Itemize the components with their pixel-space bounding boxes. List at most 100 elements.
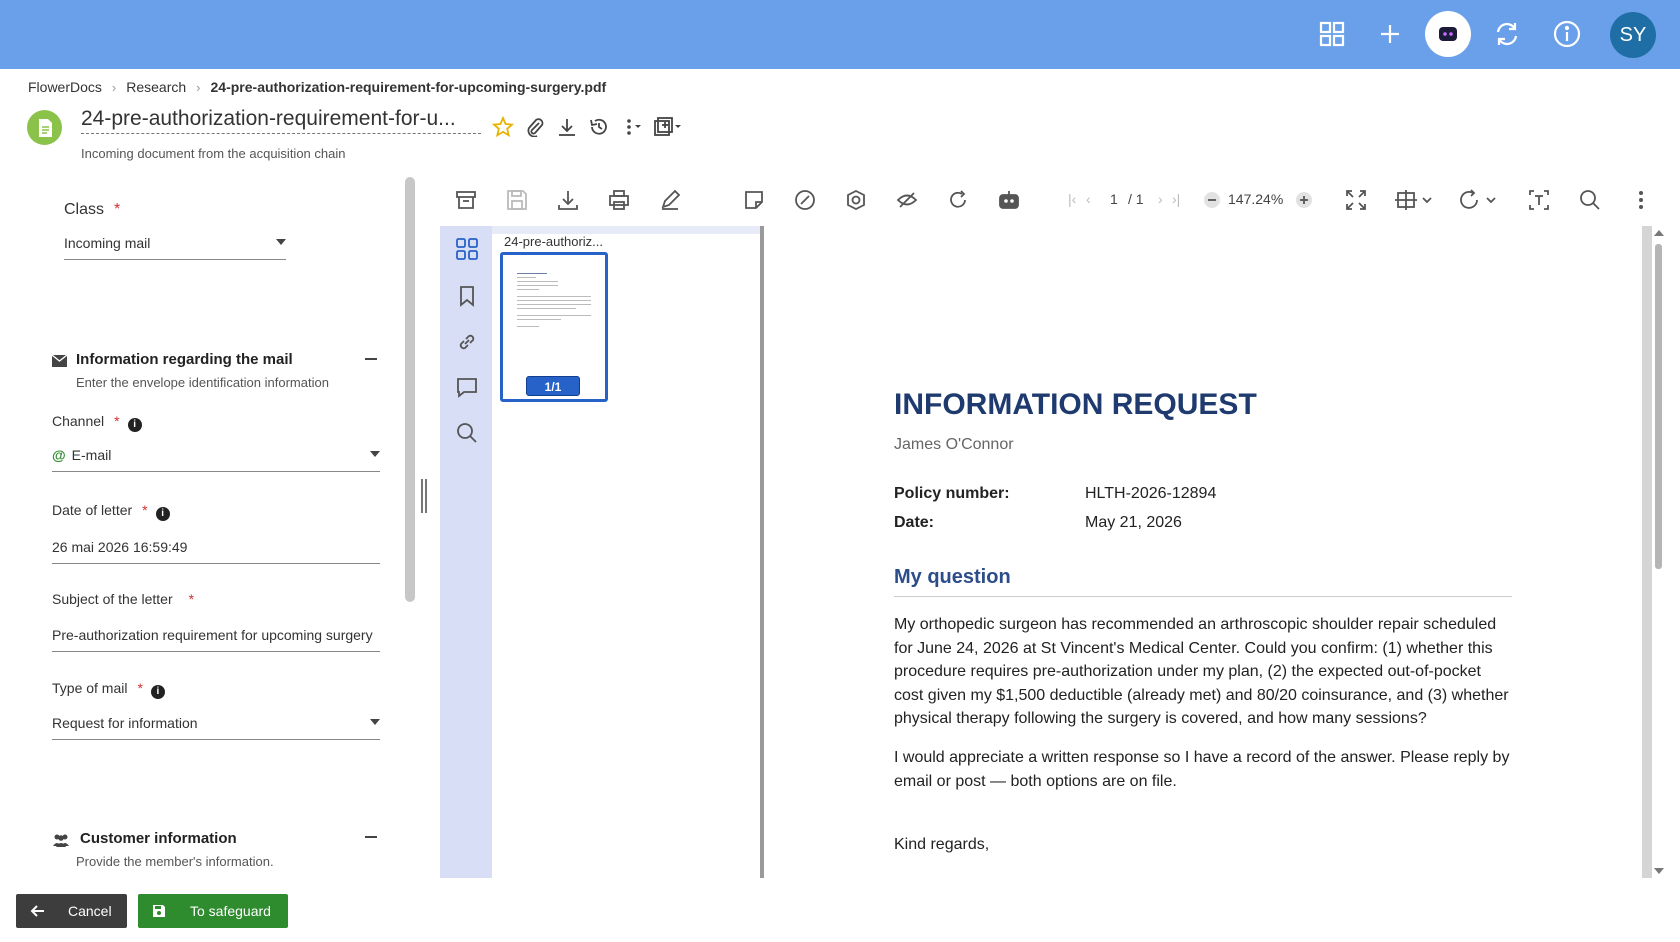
subject-input[interactable]: Pre-authorization requirement for upcomi…	[52, 627, 380, 652]
ai-assistant-icon[interactable]	[1425, 11, 1471, 57]
comment-icon[interactable]	[454, 374, 480, 400]
collapse-mail-section-button[interactable]	[365, 358, 377, 360]
reload-icon[interactable]	[946, 188, 970, 212]
arrow-left-icon	[30, 904, 46, 918]
pdf-paragraph-2: I would appreciate a written response so…	[894, 749, 1510, 790]
chevron-down-icon	[276, 239, 286, 245]
class-label: Class *	[64, 201, 121, 218]
more-vertical-icon[interactable]	[1629, 188, 1653, 212]
at-sign-icon: @	[52, 447, 66, 463]
sticky-note-icon[interactable]	[742, 188, 766, 212]
zoom-in-icon[interactable]	[1292, 188, 1316, 212]
pdf-scrollbar-thumb[interactable]	[1655, 244, 1662, 569]
more-vertical-icon[interactable]	[620, 116, 642, 138]
print-icon[interactable]	[607, 188, 631, 212]
document-icon	[27, 110, 62, 145]
pdf-paragraph-1: My orthopedic surgeon has recommended an…	[894, 616, 1509, 727]
bookmark-icon[interactable]	[454, 283, 480, 309]
history-icon[interactable]	[588, 116, 610, 138]
robot-icon[interactable]	[997, 188, 1021, 212]
date-value: May 21, 2026	[1085, 514, 1182, 531]
channel-label: Channel * i	[52, 413, 142, 432]
top-app-bar: SY	[0, 0, 1680, 69]
info-icon[interactable]: i	[127, 418, 142, 432]
draw-icon[interactable]	[793, 188, 817, 212]
pdf-closing: Kind regards,	[894, 836, 990, 853]
pdf-scrollbar-track[interactable]	[1642, 226, 1652, 878]
redact-icon[interactable]	[844, 188, 868, 212]
mail-type-select[interactable]: Request for information	[52, 715, 380, 740]
viewer-sidebar-strip	[440, 226, 492, 878]
zoom-out-icon[interactable]	[1200, 188, 1224, 212]
thumbnail-page-badge: 1/1	[526, 376, 580, 396]
user-avatar[interactable]: SY	[1610, 12, 1656, 58]
attachment-icon[interactable]	[524, 116, 546, 138]
metadata-form: Class * Incoming mail Information regardi…	[0, 175, 408, 880]
date-label: Date of letter * i	[52, 502, 170, 521]
pdf-title: INFORMATION REQUEST	[894, 388, 1257, 421]
fit-page-icon[interactable]	[1395, 188, 1435, 212]
breadcrumb-separator: ›	[196, 79, 201, 95]
apps-grid-icon[interactable]	[1312, 14, 1352, 54]
cancel-button-label: Cancel	[68, 903, 112, 919]
last-page-icon[interactable]: ›|	[1172, 191, 1180, 207]
page-total: / 1	[1128, 191, 1144, 207]
document-subtitle: Incoming document from the acquisition c…	[81, 146, 346, 161]
sign-pen-icon[interactable]	[658, 188, 682, 212]
next-page-icon[interactable]: ›	[1158, 191, 1163, 207]
page-number-input[interactable]: 1	[1110, 191, 1118, 207]
text-select-icon[interactable]	[1527, 188, 1551, 212]
form-scrollbar[interactable]	[405, 177, 415, 602]
scroll-up-icon[interactable]	[1654, 230, 1664, 236]
document-title[interactable]: 24-pre-authorization-requirement-for-u..…	[81, 107, 481, 134]
add-to-folder-icon[interactable]	[652, 116, 684, 138]
refresh-icon[interactable]	[1487, 14, 1527, 54]
mail-section-subtitle: Enter the envelope identification inform…	[76, 375, 329, 390]
prev-page-icon[interactable]: ‹	[1086, 191, 1091, 207]
breadcrumb-separator: ›	[111, 79, 117, 95]
cancel-button[interactable]: Cancel	[16, 894, 127, 928]
collapse-customer-section-button[interactable]	[365, 836, 377, 838]
rotate-icon[interactable]	[1459, 188, 1499, 212]
info-icon[interactable]: i	[150, 685, 165, 699]
class-select-value: Incoming mail	[64, 235, 151, 251]
archive-icon[interactable]	[454, 188, 478, 212]
thumbnail-preview	[517, 273, 591, 330]
customer-section-title: Customer information	[80, 830, 237, 847]
zoom-level[interactable]: 147.24%	[1228, 191, 1283, 207]
thumbnails-icon[interactable]	[454, 236, 480, 262]
mail-type-select-value: Request for information	[52, 715, 198, 731]
plus-icon[interactable]	[1370, 14, 1410, 54]
save-icon	[505, 188, 529, 212]
breadcrumb-item-root[interactable]: FlowerDocs	[28, 79, 102, 95]
link-icon[interactable]	[454, 329, 480, 355]
pdf-section-heading: My question	[894, 566, 1011, 588]
download-icon[interactable]	[556, 116, 578, 138]
date-input[interactable]: 26 mai 2026 16:59:49	[52, 539, 380, 564]
channel-select[interactable]: @ E-mail	[52, 447, 380, 472]
pdf-author: James O'Connor	[894, 436, 1014, 453]
viewer-toolbar: |‹ ‹ 1 / 1 › ›| 147.24%	[440, 180, 1670, 220]
policy-number-label: Policy number:	[894, 485, 1010, 502]
search-icon[interactable]	[454, 420, 480, 446]
star-icon[interactable]	[492, 116, 514, 138]
save-button[interactable]: To safeguard	[138, 894, 288, 928]
info-icon[interactable]: i	[155, 507, 170, 521]
first-page-icon[interactable]: |‹	[1068, 191, 1076, 207]
mail-type-label: Type of mail * i	[52, 680, 165, 699]
panel-splitter[interactable]	[421, 479, 427, 513]
customer-section-subtitle: Provide the member's information.	[76, 854, 274, 869]
policy-number-value: HLTH-2026-12894	[1085, 485, 1217, 502]
breadcrumb-item-folder[interactable]: Research	[126, 79, 186, 95]
fullscreen-icon[interactable]	[1344, 188, 1368, 212]
search-icon[interactable]	[1578, 188, 1602, 212]
info-icon[interactable]	[1547, 14, 1587, 54]
breadcrumb-item-current: 24-pre-authorization-requirement-for-upc…	[210, 79, 607, 95]
document-actions	[492, 116, 684, 138]
download-icon[interactable]	[556, 188, 580, 212]
thumbnail-panel-header	[492, 226, 760, 234]
class-select[interactable]: Incoming mail	[64, 235, 286, 260]
hide-annotations-icon[interactable]	[895, 188, 919, 212]
scroll-down-icon[interactable]	[1654, 868, 1664, 874]
envelope-icon	[52, 355, 67, 367]
